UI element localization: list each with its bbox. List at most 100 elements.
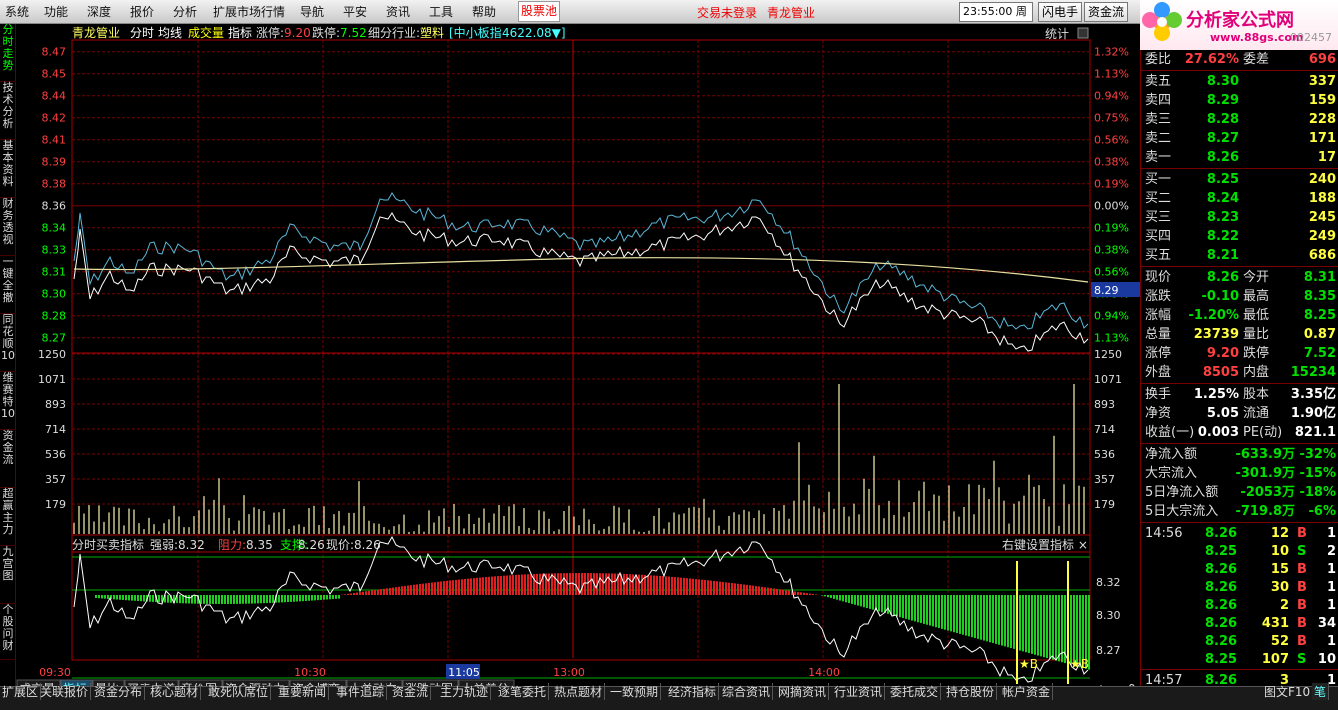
time-tick: 14:00 — [808, 666, 840, 679]
value: 8.30 — [1206, 74, 1239, 89]
tick-side: B — [1297, 526, 1307, 541]
stat-row-3: 总量 23739 量比 0.87 — [1141, 325, 1338, 344]
bottom-tab-1[interactable]: 关联报价 — [38, 683, 92, 700]
menu-10[interactable]: 帮助 — [472, 3, 496, 20]
tick-tab[interactable]: 笔 — [1312, 683, 1330, 700]
stats-button[interactable]: 统计 — [1045, 27, 1069, 41]
bottom-tab-11[interactable]: 一致预期 — [608, 683, 662, 700]
bottom-tab-14[interactable]: 网摘资讯 — [776, 683, 830, 700]
pct-tick-right: 1.13% — [1094, 68, 1129, 81]
bottom-tab-8[interactable]: 主力轨迹 — [438, 683, 492, 700]
tick-side: B — [1297, 634, 1307, 649]
chart-header-2[interactable]: 均线 — [158, 26, 182, 40]
bottom-tab-18[interactable]: 帐户资金 — [1000, 683, 1054, 700]
flash-trade-button[interactable]: 闪电手 — [1038, 2, 1083, 22]
chart-header-12: 4622.08▼] — [502, 26, 566, 40]
value: 337 — [1308, 74, 1336, 89]
bottom-tab-13[interactable]: 综合资讯 — [720, 683, 774, 700]
label: 买二 — [1145, 191, 1172, 206]
bottom-tab-9[interactable]: 逐笔委托 — [496, 683, 550, 700]
capital-flow-button[interactable]: 资金流 — [1084, 2, 1129, 22]
bottom-tab-7[interactable]: 资金流 — [390, 683, 432, 700]
chart-header-1[interactable]: 分时 — [130, 26, 154, 40]
value: 8.31 — [1303, 270, 1336, 285]
bottom-tab-12[interactable]: 经济指标 — [666, 683, 720, 700]
volume-tick-left: 1071 — [38, 373, 66, 386]
menu-6[interactable]: 导航 — [300, 3, 324, 20]
label: 卖二 — [1145, 131, 1172, 146]
value: 249 — [1308, 229, 1336, 244]
bottom-tab-0[interactable]: 扩展区 — [0, 683, 42, 700]
label: PE(动) — [1243, 425, 1283, 440]
menu-11[interactable]: 股票池 — [518, 1, 561, 22]
label: 换手 — [1145, 387, 1172, 402]
chart-header-7: 跌停: — [312, 25, 340, 40]
f10-tab[interactable]: 图文F10 — [1262, 683, 1314, 700]
menu-9[interactable]: 工具 — [429, 3, 453, 20]
value: 17 — [1317, 150, 1336, 165]
label: 卖一 — [1145, 150, 1172, 165]
menu-5[interactable]: 扩展市场行情 — [213, 3, 285, 20]
tick-price: 8.25 — [1205, 652, 1238, 667]
bottom-tab-5[interactable]: 重要新闻 — [276, 683, 330, 700]
price-tick-left: 8.33 — [42, 244, 67, 257]
menu-1[interactable]: 功能 — [44, 3, 68, 20]
menu-8[interactable]: 资讯 — [386, 3, 410, 20]
divider — [1141, 383, 1338, 384]
pct-tick-right: 0.94% — [1094, 90, 1129, 103]
label: 涨停 — [1145, 346, 1172, 361]
label: 净流入额 — [1145, 447, 1198, 462]
bottom-tab-15[interactable]: 行业资讯 — [832, 683, 886, 700]
menu-0[interactable]: 系统 — [5, 3, 29, 20]
intraday-chart[interactable]: 青龙管业 分时 均线 成交量 指标 涨停: 9.20 跌停: 7.52 细分行业: 塑料 [中小板指 4… — [0, 24, 1140, 686]
label: 量比 — [1243, 327, 1270, 342]
bid-row-4: 买四 8.22 249 — [1141, 227, 1338, 246]
menu-7[interactable]: 平安 — [343, 3, 367, 20]
flow-row-1: 大宗流入 -301.9万 -15% — [1141, 464, 1338, 483]
label: 最低 — [1243, 308, 1270, 323]
value: 15234 — [1290, 365, 1336, 380]
logo-code: 002457 — [1290, 31, 1332, 44]
flow-pct: -18% — [1299, 485, 1336, 500]
pct-tick-right: 1.13% — [1094, 332, 1129, 345]
tick-count: 1 — [1326, 562, 1336, 577]
indicator-settings[interactable]: 右键设置指标 × — [1002, 537, 1088, 552]
logo-title: 分析家公式网 — [1186, 10, 1294, 31]
menu-4[interactable]: 分析 — [173, 3, 197, 20]
bottom-tab-4[interactable]: 敢死队席位 — [206, 683, 272, 700]
tick-price: 8.26 — [1205, 634, 1238, 649]
menu-2[interactable]: 深度 — [87, 3, 111, 20]
flow-row-3: 5日大宗流入 -719.8万 -6% — [1141, 502, 1338, 521]
indicator-tick: 8.27 — [1096, 644, 1121, 657]
divider — [1141, 168, 1338, 169]
label: 净资 — [1145, 406, 1172, 421]
tick-volume: 12 — [1270, 526, 1289, 541]
chart-header-10: 塑料 — [420, 25, 444, 40]
bottom-tab-16[interactable]: 委托成交 — [888, 683, 942, 700]
tick-row: 8.26 15 B 1 — [1141, 560, 1338, 579]
bottom-tab-2[interactable]: 资金分布 — [92, 683, 146, 700]
fundamental-row-2: 收益(一) 0.003 PE(动) 821.1 — [1141, 423, 1338, 442]
bottom-tab-3[interactable]: 核心题材 — [148, 683, 202, 700]
value: 9.20 — [1206, 346, 1239, 361]
tick-side: S — [1297, 544, 1307, 559]
price-tick-left: 8.34 — [42, 222, 67, 235]
tick-price: 8.26 — [1205, 580, 1238, 595]
login-status[interactable]: 交易未登录 — [697, 4, 757, 21]
divider — [1141, 522, 1338, 523]
value: 8.26 — [1206, 270, 1239, 285]
bottom-tab-10[interactable]: 热点题材 — [552, 683, 606, 700]
value: 171 — [1308, 131, 1336, 146]
label: 收益(一) — [1145, 425, 1195, 440]
menu-3[interactable]: 报价 — [130, 3, 154, 20]
value: 188 — [1308, 191, 1336, 206]
bottom-tab-6[interactable]: 事件追踪 — [334, 683, 388, 700]
price-tick-left: 8.42 — [42, 112, 67, 125]
value: 7.52 — [1303, 346, 1336, 361]
value: -0.10 — [1201, 289, 1239, 304]
chart-header-3[interactable]: 成交量 — [188, 25, 224, 40]
stat-row-0: 现价 8.26 今开 8.31 — [1141, 268, 1338, 287]
bid-row-2: 买二 8.24 188 — [1141, 189, 1338, 208]
bottom-tab-17[interactable]: 持仓股份 — [944, 683, 998, 700]
scroll-up-icon[interactable] — [1077, 27, 1089, 39]
